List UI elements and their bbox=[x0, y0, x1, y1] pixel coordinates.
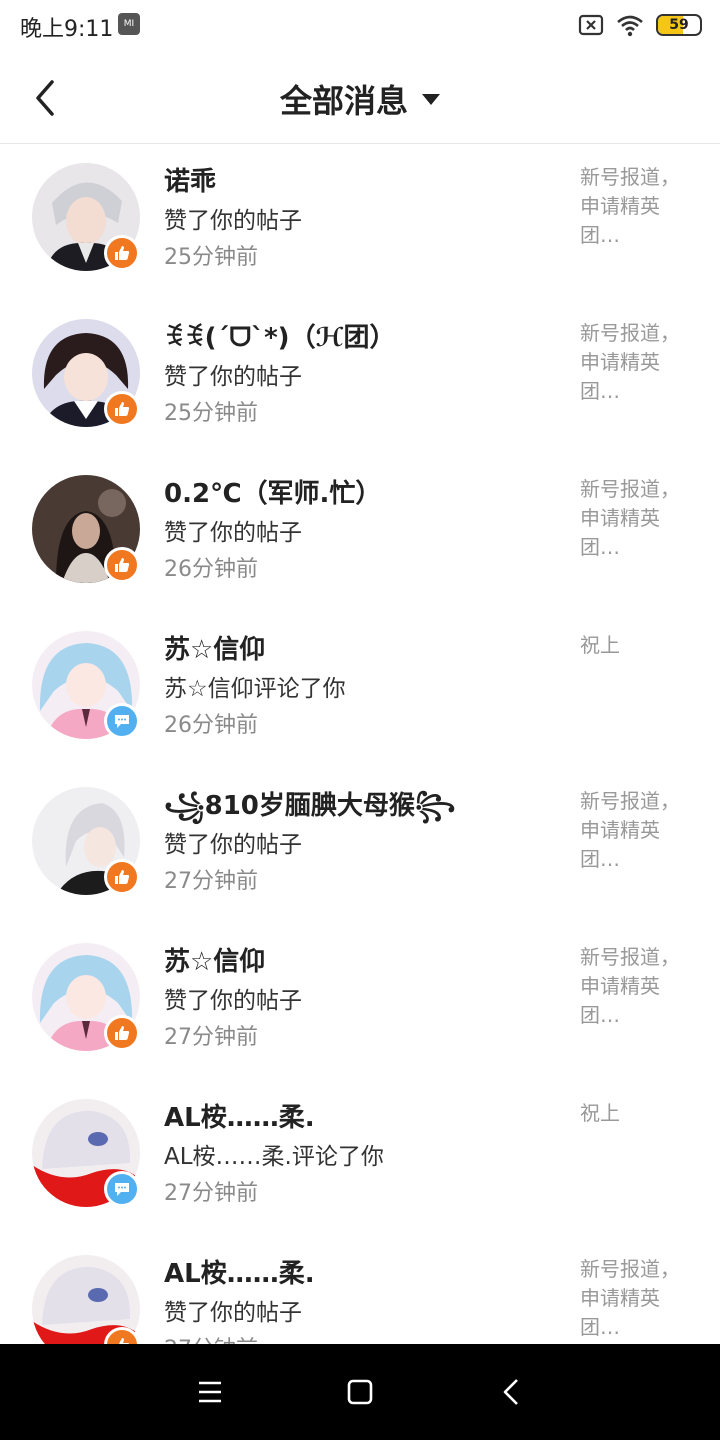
message-action: 苏☆信仰评论了你 bbox=[164, 676, 346, 702]
message-action: 赞了你的帖子 bbox=[164, 208, 302, 234]
caret-down-icon bbox=[422, 93, 440, 105]
header: 全部消息 bbox=[0, 52, 720, 144]
mi-notification-icon: MI bbox=[118, 13, 140, 35]
sender-name: 诺乖 bbox=[164, 167, 217, 197]
post-preview: 新号报道，申请精英团… bbox=[580, 477, 680, 559]
status-time: 晚上9:11 bbox=[20, 17, 114, 42]
home-square-icon[interactable] bbox=[340, 1372, 380, 1412]
list-item[interactable]: AL桉……柔. AL桉……柔.评论了你 27分钟前 祝上 bbox=[0, 1081, 720, 1237]
message-action: AL桉……柔.评论了你 bbox=[164, 1144, 384, 1170]
list-item[interactable]: 诺乖 赞了你的帖子 25分钟前 新号报道，申请精英团… bbox=[0, 145, 720, 301]
thumbs-up-icon bbox=[115, 402, 130, 416]
message-time: 27分钟前 bbox=[164, 1181, 258, 1206]
message-time: 25分钟前 bbox=[164, 245, 258, 270]
message-time: 25分钟前 bbox=[164, 401, 258, 426]
sender-name: AL桉……柔. bbox=[164, 1259, 315, 1289]
post-preview: 新号报道，申请精英团… bbox=[580, 1257, 680, 1339]
thumbs-up-icon bbox=[115, 1026, 130, 1040]
sender-name: 苏☆信仰 bbox=[164, 947, 266, 977]
status-bar: 晚上9:11 MI 59 bbox=[0, 0, 720, 52]
sender-name: AL桉……柔. bbox=[164, 1103, 315, 1133]
sender-name: ꉂꉂ(ˊᗜˋ*)（ℋ团） bbox=[164, 323, 396, 353]
thumbs-up-icon bbox=[115, 870, 130, 884]
post-preview: 祝上 bbox=[580, 1101, 620, 1125]
battery-level: 59 bbox=[669, 17, 689, 33]
like-badge bbox=[104, 391, 140, 427]
list-item[interactable]: ꉂꉂ(ˊᗜˋ*)（ℋ团） 赞了你的帖子 25分钟前 新号报道，申请精英团… bbox=[0, 301, 720, 457]
list-item[interactable]: 苏☆信仰 赞了你的帖子 27分钟前 新号报道，申请精英团… bbox=[0, 925, 720, 1081]
system-nav-bar bbox=[0, 1344, 720, 1440]
sender-name: 苏☆信仰 bbox=[164, 635, 266, 665]
post-preview: 新号报道，申请精英团… bbox=[580, 789, 680, 871]
message-time: 27分钟前 bbox=[164, 869, 258, 894]
comment-badge bbox=[104, 1171, 140, 1207]
like-badge bbox=[104, 547, 140, 583]
status-icons: 59 bbox=[578, 12, 702, 38]
message-action: 赞了你的帖子 bbox=[164, 1300, 302, 1326]
thumbs-up-icon bbox=[115, 246, 130, 260]
menu-icon[interactable] bbox=[190, 1372, 230, 1412]
message-time: 26分钟前 bbox=[164, 557, 258, 582]
like-badge bbox=[104, 235, 140, 271]
message-action: 赞了你的帖子 bbox=[164, 364, 302, 390]
message-time: 27分钟前 bbox=[164, 1025, 258, 1050]
post-preview: 新号报道，申请精英团… bbox=[580, 321, 680, 403]
like-badge bbox=[104, 859, 140, 895]
post-preview: 新号报道，申请精英团… bbox=[580, 165, 680, 247]
message-time: 26分钟前 bbox=[164, 713, 258, 738]
comment-badge bbox=[104, 703, 140, 739]
like-badge bbox=[104, 1015, 140, 1051]
page-title: 全部消息 bbox=[279, 82, 408, 120]
list-item[interactable]: 0.2℃（军师.忙） 赞了你的帖子 26分钟前 新号报道，申请精英团… bbox=[0, 457, 720, 613]
message-action: 赞了你的帖子 bbox=[164, 832, 302, 858]
sim-x-icon bbox=[578, 14, 604, 36]
back-triangle-icon[interactable] bbox=[492, 1372, 532, 1412]
list-item[interactable]: ꧁810岁腼腆大母猴꧂ 赞了你的帖子 27分钟前 新号报道，申请精英团… bbox=[0, 769, 720, 925]
post-preview: 新号报道，申请精英团… bbox=[580, 945, 680, 1027]
sender-name: 0.2℃（军师.忙） bbox=[164, 479, 382, 509]
message-time: 27分钟前 bbox=[164, 1331, 258, 1344]
list-item[interactable]: 苏☆信仰 苏☆信仰评论了你 26分钟前 祝上 bbox=[0, 613, 720, 769]
post-preview: 祝上 bbox=[580, 633, 620, 657]
thumbs-up-icon bbox=[115, 1338, 130, 1344]
battery-indicator: 59 bbox=[656, 14, 702, 36]
wifi-icon bbox=[617, 15, 643, 37]
chat-bubble-icon bbox=[115, 1183, 129, 1196]
message-action: 赞了你的帖子 bbox=[164, 988, 302, 1014]
message-list[interactable]: 诺乖 赞了你的帖子 25分钟前 新号报道，申请精英团… ꉂꉂ(ˊᗜˋ*)（ℋ团）… bbox=[0, 145, 720, 1344]
message-action: 赞了你的帖子 bbox=[164, 520, 302, 546]
title-dropdown[interactable]: 全部消息 bbox=[0, 76, 720, 122]
chat-bubble-icon bbox=[115, 715, 129, 728]
thumbs-up-icon bbox=[115, 558, 130, 572]
list-item[interactable]: AL桉……柔. 赞了你的帖子 27分钟前 新号报道，申请精英团… bbox=[0, 1237, 720, 1344]
